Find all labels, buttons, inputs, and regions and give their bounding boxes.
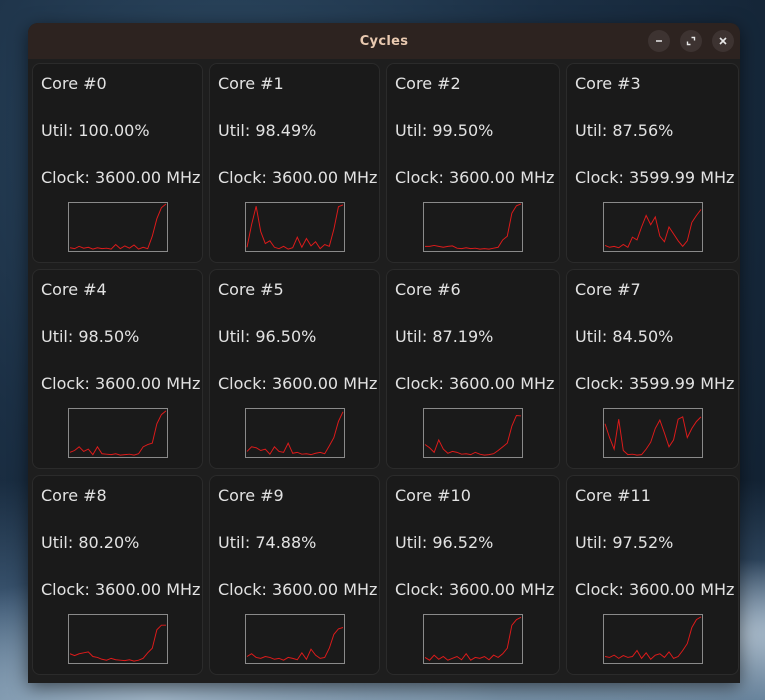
core-clock: Clock: 3600.00 MHz [575, 580, 735, 599]
minimize-button[interactable] [648, 30, 670, 52]
core-card-5: Core #5 Util: 96.50% Clock: 3600.00 MHz [209, 269, 380, 469]
usage-history-line [424, 414, 522, 456]
cycles-window: Cycles Core #0 Util: 100.00% Clock: 3600… [28, 23, 740, 683]
core-name: Core #3 [575, 74, 641, 93]
core-usage-graph [67, 202, 168, 252]
window-controls [648, 30, 734, 52]
maximize-icon [686, 36, 696, 46]
core-util: Util: 87.56% [575, 121, 674, 140]
core-util: Util: 96.52% [395, 533, 494, 552]
core-usage-graph [67, 614, 168, 664]
core-util: Util: 100.00% [41, 121, 150, 140]
minimize-icon [656, 40, 662, 42]
core-name: Core #9 [218, 486, 284, 505]
window-title: Cycles [359, 33, 409, 49]
core-name: Core #0 [41, 74, 107, 93]
core-util: Util: 98.50% [41, 327, 140, 346]
core-clock: Clock: 3600.00 MHz [395, 580, 555, 599]
core-clock: Clock: 3600.00 MHz [41, 580, 201, 599]
core-usage-graph [602, 614, 703, 664]
core-card-2: Core #2 Util: 99.50% Clock: 3600.00 MHz [386, 63, 560, 263]
core-card-4: Core #4 Util: 98.50% Clock: 3600.00 MHz [32, 269, 203, 469]
usage-history-line [246, 411, 343, 456]
core-clock: Clock: 3600.00 MHz [218, 168, 378, 187]
core-card-7: Core #7 Util: 84.50% Clock: 3599.99 MHz [566, 269, 739, 469]
core-util: Util: 80.20% [41, 533, 140, 552]
core-usage-graph [67, 408, 168, 458]
usage-history-line [604, 209, 701, 249]
core-clock: Clock: 3600.00 MHz [41, 374, 201, 393]
core-usage-graph [602, 408, 703, 458]
core-name: Core #6 [395, 280, 461, 299]
usage-history-line [246, 627, 343, 661]
core-name: Core #11 [575, 486, 651, 505]
core-name: Core #8 [41, 486, 107, 505]
core-name: Core #1 [218, 74, 284, 93]
core-card-3: Core #3 Util: 87.56% Clock: 3599.99 MHz [566, 63, 739, 263]
usage-history-line [246, 204, 343, 250]
core-util: Util: 87.19% [395, 327, 494, 346]
core-util: Util: 96.50% [218, 327, 317, 346]
core-util: Util: 98.49% [218, 121, 317, 140]
core-clock: Clock: 3600.00 MHz [395, 374, 555, 393]
core-clock: Clock: 3599.99 MHz [575, 168, 735, 187]
core-usage-graph [244, 408, 345, 458]
close-button[interactable] [712, 30, 734, 52]
core-name: Core #5 [218, 280, 284, 299]
core-util: Util: 97.52% [575, 533, 674, 552]
maximize-button[interactable] [680, 30, 702, 52]
usage-history-line [604, 416, 701, 456]
core-usage-graph [423, 408, 523, 458]
core-util: Util: 84.50% [575, 327, 674, 346]
core-clock: Clock: 3599.99 MHz [575, 374, 735, 393]
core-clock: Clock: 3600.00 MHz [218, 580, 378, 599]
core-card-1: Core #1 Util: 98.49% Clock: 3600.00 MHz [209, 63, 380, 263]
core-usage-graph [423, 614, 523, 664]
core-clock: Clock: 3600.00 MHz [218, 374, 378, 393]
core-name: Core #4 [41, 280, 107, 299]
core-card-8: Core #8 Util: 80.20% Clock: 3600.00 MHz [32, 475, 203, 675]
core-clock: Clock: 3600.00 MHz [395, 168, 555, 187]
close-icon [719, 37, 727, 45]
core-card-6: Core #6 Util: 87.19% Clock: 3600.00 MHz [386, 269, 560, 469]
core-card-10: Core #10 Util: 96.52% Clock: 3600.00 MHz [386, 475, 560, 675]
usage-history-line [69, 203, 166, 250]
usage-history-line [604, 616, 701, 660]
core-usage-graph [423, 202, 523, 252]
usage-history-line [69, 410, 166, 456]
core-usage-graph [602, 202, 703, 252]
core-usage-graph [244, 202, 345, 252]
usage-history-line [69, 624, 166, 662]
core-card-0: Core #0 Util: 100.00% Clock: 3600.00 MHz [32, 63, 203, 263]
core-card-11: Core #11 Util: 97.52% Clock: 3600.00 MHz [566, 475, 739, 675]
core-clock: Clock: 3600.00 MHz [41, 168, 201, 187]
core-util: Util: 74.88% [218, 533, 317, 552]
core-card-9: Core #9 Util: 74.88% Clock: 3600.00 MHz [209, 475, 380, 675]
core-name: Core #2 [395, 74, 461, 93]
title-bar[interactable]: Cycles [28, 23, 740, 59]
usage-history-line [425, 203, 522, 250]
core-name: Core #7 [575, 280, 641, 299]
core-grid: Core #0 Util: 100.00% Clock: 3600.00 MHz C… [32, 63, 739, 675]
core-util: Util: 99.50% [395, 121, 494, 140]
core-usage-graph [244, 614, 345, 664]
usage-history-line [424, 616, 522, 661]
core-name: Core #10 [395, 486, 471, 505]
